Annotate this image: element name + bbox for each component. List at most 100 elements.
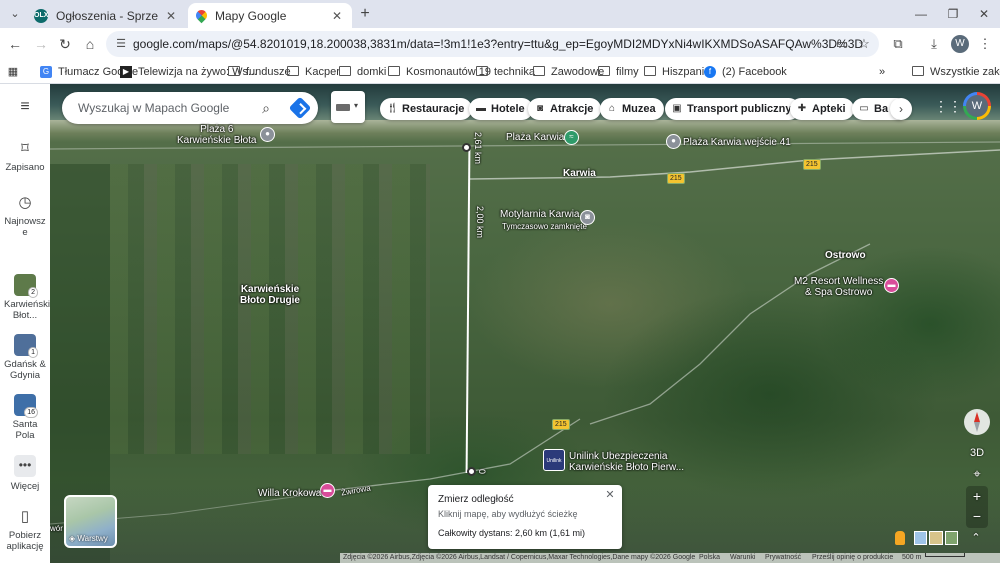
label-ostrowo[interactable]: Ostrowo — [825, 250, 866, 261]
road-number-215: 215 — [667, 173, 685, 184]
tab-google-maps[interactable]: Mapy Google ✕ — [188, 3, 352, 28]
scale-label[interactable]: 500 m — [902, 553, 921, 563]
imagery-thumb[interactable] — [944, 531, 958, 545]
map-type-toggle[interactable]: ▾ — [331, 91, 365, 123]
rail-recent-item[interactable]: 1 Gdańsk & Gdynia — [0, 334, 50, 381]
tab-olx[interactable]: OLX Ogłoszenia - Sprzedam, kupię na ✕ — [26, 3, 186, 28]
more-bookmarks-icon[interactable]: » — [879, 63, 885, 81]
chip-pharmacies[interactable]: ✚ Apteki — [790, 98, 854, 120]
more-dots-icon: ••• — [14, 455, 36, 477]
bookmark-folder-kacper[interactable]: Kacper — [287, 63, 340, 81]
close-window-icon[interactable]: ✕ — [974, 6, 994, 22]
directions-icon[interactable] — [288, 96, 312, 120]
bookmark-folder-filmy[interactable]: filmy — [598, 63, 639, 81]
account-avatar[interactable]: W — [963, 92, 991, 120]
home-icon[interactable]: ⌂ — [81, 35, 99, 53]
bookmark-folder-fundusze[interactable]: fundusze — [228, 63, 291, 81]
map-canvas[interactable]: ⌕ ▾ 🍴︎Restauracje ▬ Hotele ◙ Atrakcje ⌂ Muz… — [50, 84, 1000, 563]
forward-icon[interactable]: → — [32, 35, 50, 53]
label-plaza-6[interactable]: Plaża 6 Karwieńskie Błota — [177, 124, 256, 146]
compass-icon[interactable] — [964, 409, 990, 435]
bookmark-label: fundusze — [246, 66, 291, 78]
address-bar[interactable]: ☰ google.com/maps/@54.8201019,18.200038,… — [106, 31, 879, 57]
label-motylarnia[interactable]: Motylarnia Karwia — [500, 209, 579, 220]
beach-pin-icon[interactable]: ≈ — [564, 130, 579, 145]
3d-toggle[interactable]: 3D — [966, 443, 988, 463]
imagery-thumb[interactable] — [914, 531, 928, 545]
label-m2-resort[interactable]: M2 Resort Wellness & Spa Ostrowo — [794, 276, 883, 298]
search-icon[interactable]: ⌕ — [258, 100, 274, 116]
close-tab-icon[interactable]: ✕ — [164, 9, 178, 23]
rail-recent-item[interactable]: 16 Santa Pola — [0, 394, 50, 441]
chip-attractions[interactable]: ◙ Atrakcje — [528, 98, 602, 120]
my-location-icon[interactable]: ⌖ — [966, 464, 988, 484]
rail-recent-item[interactable]: 2 Karwieńskie Błot... — [0, 274, 55, 321]
hotel-pin-icon[interactable]: ▬ — [320, 483, 335, 498]
apps-grid-icon[interactable]: ▦ — [7, 63, 25, 81]
hamburger-menu-icon[interactable]: ≡ — [17, 99, 33, 115]
unilink-logo-icon[interactable]: Unilink — [543, 449, 565, 471]
measure-point[interactable] — [462, 143, 471, 152]
privacy-link[interactable]: Prywatność — [765, 553, 801, 563]
pegman-icon[interactable] — [895, 531, 905, 545]
feedback-link[interactable]: Prześlij opinię o produkcie — [812, 553, 893, 563]
label-unilink[interactable]: Unilink Ubezpieczenia Karwieńskie Błoto … — [569, 451, 684, 473]
imagery-thumb[interactable] — [929, 531, 943, 545]
label-willa-krokowa[interactable]: Willa Krokowa — [258, 488, 321, 499]
label-motylarnia-status: Tymczasowo zamknięte — [502, 222, 587, 231]
tab-search-icon[interactable]: ⌄ — [8, 7, 22, 21]
chip-museums[interactable]: ⌂ Muzea — [600, 98, 664, 120]
label-karwia[interactable]: Karwia — [563, 168, 596, 179]
new-tab-icon[interactable]: + — [357, 5, 373, 23]
search-input[interactable] — [78, 100, 248, 116]
back-icon[interactable]: ← — [6, 35, 24, 53]
bookmark-star-icon[interactable]: ☆ — [856, 36, 872, 52]
beach-pin-icon[interactable]: ● — [260, 127, 275, 142]
rail-get-app[interactable]: ▯ Pobierz aplikację — [0, 508, 50, 552]
restore-icon[interactable]: ❐ — [943, 6, 963, 22]
rail-saved[interactable]: ⌑ Zapisano — [0, 140, 50, 173]
imagery-credits: Zdjęcia ©2026 Airbus,Zdjęcia ©2026 Airbu… — [343, 554, 696, 561]
bookmark-folder-technika[interactable]: technika — [476, 63, 535, 81]
close-tab-icon[interactable]: ✕ — [330, 9, 344, 23]
chips-next-icon[interactable]: › — [890, 98, 912, 120]
install-app-icon[interactable]: ▭ — [834, 36, 850, 52]
bookmark-folder-domki[interactable]: domki — [339, 63, 386, 81]
beach-pin-icon[interactable]: ● — [666, 134, 681, 149]
imagery-thumbnails[interactable] — [914, 531, 958, 545]
rail-label: Zapisano — [5, 162, 45, 173]
chip-restaurants[interactable]: 🍴︎ Restauracje — [380, 98, 473, 120]
reload-icon[interactable]: ↻ — [56, 35, 74, 53]
hotel-pin-icon[interactable]: ▬ — [884, 278, 899, 293]
download-icon[interactable]: ⤓ — [925, 35, 943, 53]
rail-recent[interactable]: ◷ Najnowsze — [0, 194, 50, 238]
label-karwienskie-bloto[interactable]: Karwieńskie Błoto Drugie — [240, 284, 300, 306]
expand-icon[interactable]: ⌃ — [968, 530, 984, 546]
google-apps-icon[interactable]: ⋮⋮ — [934, 98, 962, 114]
layers-button[interactable]: ◈ Warstwy — [64, 495, 117, 548]
label-plaza-karwia[interactable]: Plaża Karwia — [506, 132, 564, 143]
profile-avatar[interactable]: W — [951, 35, 969, 53]
country-link[interactable]: Polska — [699, 553, 720, 563]
terms-link[interactable]: Warunki — [730, 553, 755, 563]
minimize-icon[interactable]: — — [911, 6, 931, 22]
close-icon[interactable]: ✕ — [604, 489, 616, 501]
chip-transit[interactable]: ▣ Transport publiczny — [665, 98, 800, 120]
bookmark-folder-hiszpania[interactable]: Hiszpania — [644, 63, 710, 81]
chip-hotels[interactable]: ▬ Hotele — [469, 98, 533, 120]
browser-menu-icon[interactable]: ⋮ — [976, 35, 994, 53]
museum-pin-icon[interactable]: ◙ — [580, 210, 595, 225]
rail-more[interactable]: ••• Więcej — [0, 455, 50, 492]
zoom-out-icon[interactable]: − — [966, 506, 988, 526]
bookmark-facebook[interactable]: f (2) Facebook — [704, 63, 787, 81]
extensions-icon[interactable]: ⧉ — [889, 35, 907, 53]
all-bookmarks-folder[interactable]: Wszystkie zakładki — [912, 63, 1000, 81]
count-badge: 16 — [24, 407, 38, 418]
site-info-icon[interactable]: ☰ — [114, 37, 128, 51]
zoom-in-icon[interactable]: + — [966, 486, 988, 506]
label-plaza-karwia-41[interactable]: Plaża Karwia wejście 41 — [683, 137, 791, 148]
search-box[interactable]: ⌕ — [62, 92, 318, 124]
measure-point[interactable] — [467, 467, 476, 476]
measure-label: 0 — [477, 469, 487, 475]
bookmark-folder-zawodowe[interactable]: Zawodowe — [533, 63, 604, 81]
